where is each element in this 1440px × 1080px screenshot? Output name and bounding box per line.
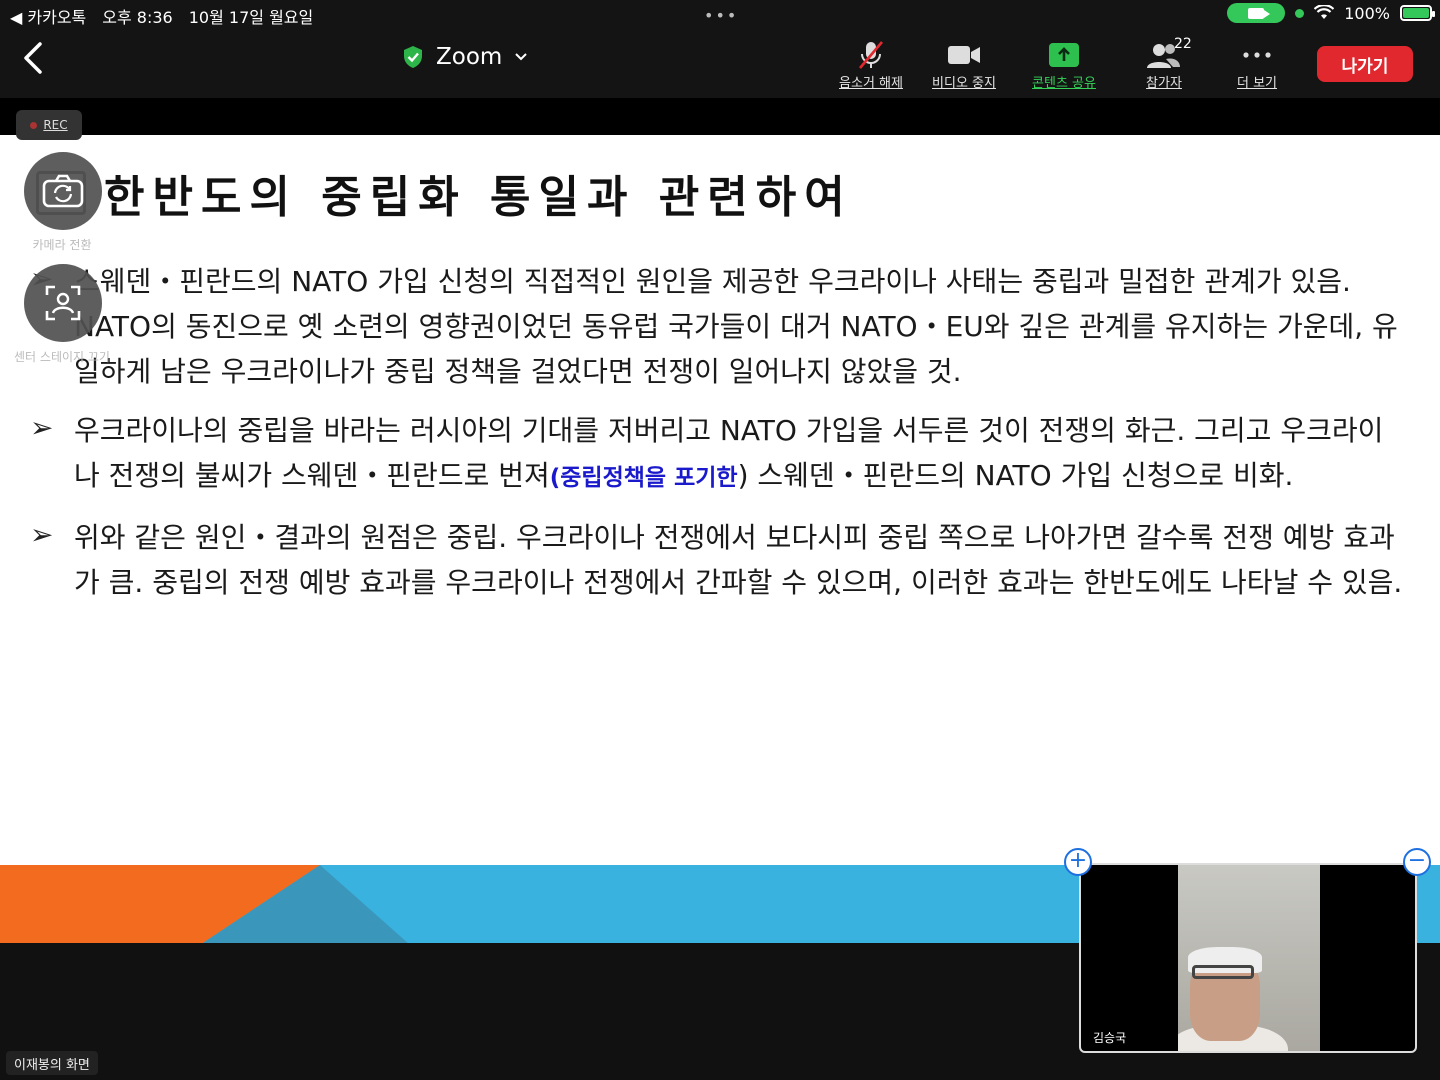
slide-bullet: ➢ 우크라이나의 중립을 바라는 러시아의 기대를 저버리고 NATO 가입을 … xyxy=(30,408,1420,501)
screen-owner-label: 이재봉의 화면 xyxy=(6,1051,98,1075)
back-to-app-link[interactable]: ◀ 카카오톡 xyxy=(10,4,86,28)
chevron-down-icon xyxy=(515,53,528,61)
bullet-highlight: (중립정책을 포기한 xyxy=(549,465,738,491)
slide-title: 한반도의 중립화 통일과 관련하여 xyxy=(104,172,853,223)
center-stage-button[interactable] xyxy=(24,264,102,342)
wifi-icon xyxy=(1314,5,1335,19)
participants-label: 참가자 xyxy=(1146,76,1182,91)
unmute-label: 음소거 해제 xyxy=(839,76,903,91)
participants-count: 22 xyxy=(1174,36,1192,52)
back-chevron-icon[interactable] xyxy=(18,38,50,78)
more-label: 더 보기 xyxy=(1236,76,1277,91)
center-stage-icon xyxy=(45,285,81,321)
share-content-label: 콘텐츠 공유 xyxy=(1032,76,1096,91)
switch-camera-label: 카메라 전환 xyxy=(32,238,92,252)
multitasking-dots-icon[interactable]: ••• xyxy=(704,6,738,25)
camera-indicator-dot xyxy=(1295,8,1305,18)
bullet-text-part: ) 스웨덴・핀란드의 NATO 가입 신청으로 비화. xyxy=(737,459,1294,492)
bullet-text: 위와 같은 원인・결과의 원점은 중립. 우크라이나 전쟁에서 보다시피 중립 … xyxy=(74,521,1403,599)
share-content-button[interactable]: 콘텐츠 공유 xyxy=(1027,38,1101,91)
status-time: 오후 8:36 xyxy=(102,8,173,27)
video-camera-icon xyxy=(948,46,980,64)
status-date: 10월 17일 월요일 xyxy=(188,8,314,27)
bullet-arrow-icon: ➢ xyxy=(30,518,54,551)
shield-check-icon xyxy=(404,46,422,68)
slide-bullet: ➢ 스웨덴・핀란드의 NATO 가입 신청의 직접적인 원인을 제공한 우크라이… xyxy=(30,259,1420,394)
bullet-text: 스웨덴・핀란드의 NATO 가입 신청의 직접적인 원인을 제공한 우크라이나 … xyxy=(74,265,1398,388)
camera-switch-icon xyxy=(42,174,84,208)
recording-indicator: REC xyxy=(16,110,82,140)
video-feed xyxy=(1178,865,1320,1051)
slide-bullet: ➢ 위와 같은 원인・결과의 원점은 중립. 우크라이나 전쟁에서 보다시피 중… xyxy=(30,515,1420,605)
share-screen-icon xyxy=(1049,43,1079,67)
participants-button[interactable]: 22 참가자 xyxy=(1136,36,1192,91)
slide-bullet-list: ➢ 스웨덴・핀란드의 NATO 가입 신청의 직접적인 원인을 제공한 우크라이… xyxy=(30,259,1420,619)
more-button[interactable]: 더 보기 xyxy=(1232,38,1282,91)
stop-video-button[interactable]: 비디오 중지 xyxy=(929,38,999,91)
more-dots-icon xyxy=(1243,52,1271,58)
unmute-button[interactable]: 음소거 해제 xyxy=(836,38,906,91)
leave-meeting-button[interactable]: 나가기 xyxy=(1317,46,1413,82)
camera-in-use-icon xyxy=(1227,3,1286,23)
recording-label: REC xyxy=(43,118,68,132)
microphone-muted-icon xyxy=(859,41,883,69)
record-dot-icon xyxy=(30,121,38,129)
meeting-title-dropdown[interactable]: Zoom xyxy=(402,44,528,70)
ios-status-bar: ◀ 카카오톡 오후 8:36 10월 17일 월요일 ••• 100% xyxy=(0,0,1440,28)
self-video-tile[interactable]: 김승국 xyxy=(1079,863,1417,1053)
zoom-toolbar: Zoom 음소거 해제 비디오 중지 콘텐츠 공유 22 참가자 더 보기 나가… xyxy=(0,28,1440,98)
enlarge-video-button[interactable]: + xyxy=(1064,848,1092,876)
bullet-arrow-icon: ➢ xyxy=(30,411,54,444)
shared-slide: 한반도의 중립화 통일과 관련하여 ➢ 스웨덴・핀란드의 NATO 가입 신청의… xyxy=(0,135,1440,943)
stop-video-label: 비디오 중지 xyxy=(932,76,996,91)
battery-percent: 100% xyxy=(1344,3,1390,23)
switch-camera-button[interactable] xyxy=(24,152,102,230)
bullet-text: 우크라이나의 중립을 바라는 러시아의 기대를 저버리고 NATO 가입을 서두… xyxy=(74,408,1404,501)
battery-icon xyxy=(1400,5,1435,21)
center-stage-label: 센터 스테이지 끄기 xyxy=(14,350,110,364)
participant-name: 김승국 xyxy=(1093,1031,1127,1045)
meeting-title: Zoom xyxy=(436,44,503,70)
shrink-video-button[interactable]: − xyxy=(1403,848,1431,876)
shared-screen-top-margin xyxy=(0,98,1440,135)
